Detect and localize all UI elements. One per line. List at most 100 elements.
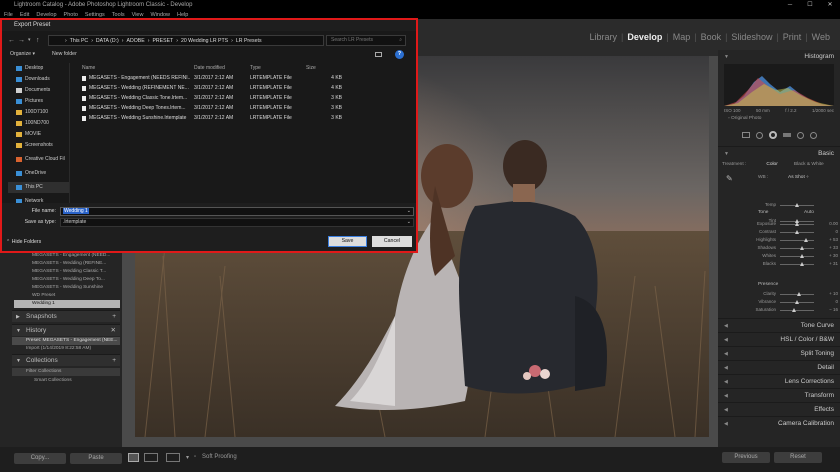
- cancel-button[interactable]: Cancel: [372, 236, 412, 247]
- slider-vibrance[interactable]: Vibrance 0: [718, 298, 840, 306]
- view-options-icon[interactable]: [375, 52, 382, 57]
- radial-filter-icon[interactable]: [796, 131, 804, 139]
- nav-item[interactable]: Desktop: [8, 63, 69, 74]
- collapse-icon[interactable]: ▼: [724, 50, 729, 64]
- nav-item[interactable]: Pictures: [8, 96, 69, 107]
- graduated-filter-icon[interactable]: [782, 133, 791, 137]
- preset-item[interactable]: MEGASETS - Engagement (NEED...: [14, 252, 120, 260]
- path-segment[interactable]: LR Presets: [236, 38, 262, 44]
- copy-button[interactable]: Copy...: [14, 453, 66, 464]
- red-eye-icon[interactable]: [768, 131, 777, 139]
- slider-contrast[interactable]: Contrast 0: [718, 228, 840, 236]
- collapse-icon[interactable]: ▼: [16, 355, 21, 367]
- slider-knob[interactable]: [795, 300, 799, 304]
- slider-value[interactable]: + 31: [829, 261, 838, 266]
- file-row[interactable]: MEGASETS - Wedding Deep Tones.lrtem... 3/…: [78, 103, 408, 113]
- preset-item[interactable]: WD Preset: [14, 292, 120, 300]
- preset-item[interactable]: Wedding 1: [14, 300, 120, 308]
- slider-value[interactable]: − 16: [829, 307, 838, 312]
- nav-item[interactable]: This PC: [8, 182, 69, 193]
- nav-item[interactable]: Screenshots: [8, 140, 69, 151]
- expand-icon[interactable]: ◀: [724, 333, 728, 347]
- add-icon[interactable]: +: [112, 355, 116, 367]
- hide-folders-button[interactable]: ⌃ Hide Folders: [6, 239, 41, 245]
- crop-icon[interactable]: [741, 132, 750, 138]
- help-icon[interactable]: ?: [395, 50, 404, 59]
- eyedropper-icon[interactable]: ✎: [726, 174, 735, 183]
- module-book[interactable]: Book: [697, 32, 726, 42]
- slider-knob[interactable]: [800, 262, 805, 266]
- clear-icon[interactable]: ✕: [111, 325, 116, 337]
- treatment-color[interactable]: Color: [766, 162, 777, 167]
- column-name[interactable]: Name: [78, 63, 190, 73]
- smart-collections[interactable]: Smart Collections: [12, 377, 120, 385]
- column-date-modified[interactable]: Date modified: [190, 63, 246, 73]
- original-photo-toggle[interactable]: ▫ Original Photo: [728, 116, 761, 121]
- recent-locations-icon[interactable]: ▾: [28, 35, 31, 46]
- module-map[interactable]: Map: [669, 32, 695, 42]
- chevron-down-icon[interactable]: ⌄: [407, 219, 411, 226]
- nav-item[interactable]: OneDrive: [8, 168, 69, 179]
- slider-knob[interactable]: [795, 222, 799, 226]
- up-icon[interactable]: ↑: [36, 35, 40, 46]
- paste-button[interactable]: Paste: [70, 453, 122, 464]
- module-library[interactable]: Library: [585, 32, 621, 42]
- slider-knob[interactable]: [803, 238, 808, 242]
- expand-icon[interactable]: ◀: [724, 361, 728, 375]
- wb-select[interactable]: As Shot ÷: [788, 175, 809, 180]
- minimize-icon[interactable]: ─: [780, 0, 800, 11]
- preset-item[interactable]: MEGASETS - Wedding Sunshine: [14, 284, 120, 292]
- nav-item[interactable]: Downloads: [8, 74, 69, 85]
- panel-header-transform[interactable]: ◀ Transform: [718, 388, 840, 402]
- temp-slider[interactable]: Temp: [718, 201, 840, 209]
- nav-item[interactable]: 100D7100: [8, 107, 69, 118]
- toolbar-menu-icon[interactable]: ▾: [186, 454, 189, 461]
- file-row[interactable]: MEGASETS - Engagement (NEEDS REFINI... 3/…: [78, 73, 408, 83]
- file-row[interactable]: MEGASETS - Wedding Sunshine.lrtemplate 3/…: [78, 113, 408, 123]
- nav-item[interactable]: MOVIE: [8, 129, 69, 140]
- slider-value[interactable]: + 33: [829, 245, 838, 250]
- maximize-icon[interactable]: ☐: [800, 0, 820, 11]
- forward-icon[interactable]: →: [18, 35, 25, 46]
- slider-knob[interactable]: [795, 203, 799, 207]
- expand-icon[interactable]: ◀: [724, 319, 728, 333]
- slider-value[interactable]: + 30: [829, 253, 838, 258]
- spot-removal-icon[interactable]: [755, 131, 763, 139]
- treatment-bw[interactable]: Black & White: [794, 162, 824, 167]
- history-panel-header[interactable]: History ✕ ▼: [12, 324, 120, 336]
- slider-whites[interactable]: Whites + 30: [718, 252, 840, 260]
- slider-exposure[interactable]: Exposure 0.00: [718, 220, 840, 228]
- slider-clarity[interactable]: Clarity + 10: [718, 290, 840, 298]
- before-after-icon[interactable]: [144, 453, 158, 462]
- module-develop[interactable]: Develop: [623, 32, 666, 42]
- history-item[interactable]: Import (1/14/2019 8:22:58 AM): [12, 345, 120, 353]
- collections-panel-header[interactable]: Collections + ▼: [12, 354, 120, 366]
- histogram-panel-header[interactable]: ▼ Histogram: [718, 50, 840, 64]
- expand-icon[interactable]: ◀: [724, 347, 728, 361]
- slider-value[interactable]: 0.00: [829, 221, 838, 226]
- slider-blacks[interactable]: Blacks + 31: [718, 260, 840, 268]
- nav-item[interactable]: Creative Cloud Fil: [8, 154, 69, 165]
- brush-icon[interactable]: [809, 131, 817, 139]
- back-icon[interactable]: ←: [8, 35, 15, 46]
- expand-icon[interactable]: ◀: [724, 389, 728, 403]
- path-breadcrumb[interactable]: › This PC › DATA (D:) › ADOBE › PRESET › 20 Weddi…: [48, 35, 324, 46]
- slider-knob[interactable]: [795, 230, 799, 234]
- path-segment[interactable]: DATA (D:): [96, 38, 119, 44]
- organize-button[interactable]: Organize ▾: [10, 51, 35, 57]
- path-segment[interactable]: PRESET: [152, 38, 173, 44]
- auto-button[interactable]: Auto: [804, 210, 814, 215]
- close-icon[interactable]: ✕: [820, 0, 840, 11]
- panel-header-detail[interactable]: ◀ Detail: [718, 360, 840, 374]
- slider-value[interactable]: 0: [835, 229, 838, 234]
- previous-button[interactable]: Previous: [722, 452, 770, 463]
- file-row[interactable]: MEGASETS - Wedding Classic Tone.lrtem...…: [78, 93, 408, 103]
- snapshots-panel-header[interactable]: Snapshots + ▶: [12, 310, 120, 322]
- expand-icon[interactable]: ▶: [16, 311, 20, 323]
- module-print[interactable]: Print: [779, 32, 806, 42]
- basic-panel-header[interactable]: ▼ Basic: [718, 146, 840, 160]
- slider-knob[interactable]: [796, 292, 801, 296]
- slider-highlights[interactable]: Highlights + 53: [718, 236, 840, 244]
- save-button[interactable]: Save: [328, 236, 367, 247]
- slider-knob[interactable]: [800, 246, 805, 250]
